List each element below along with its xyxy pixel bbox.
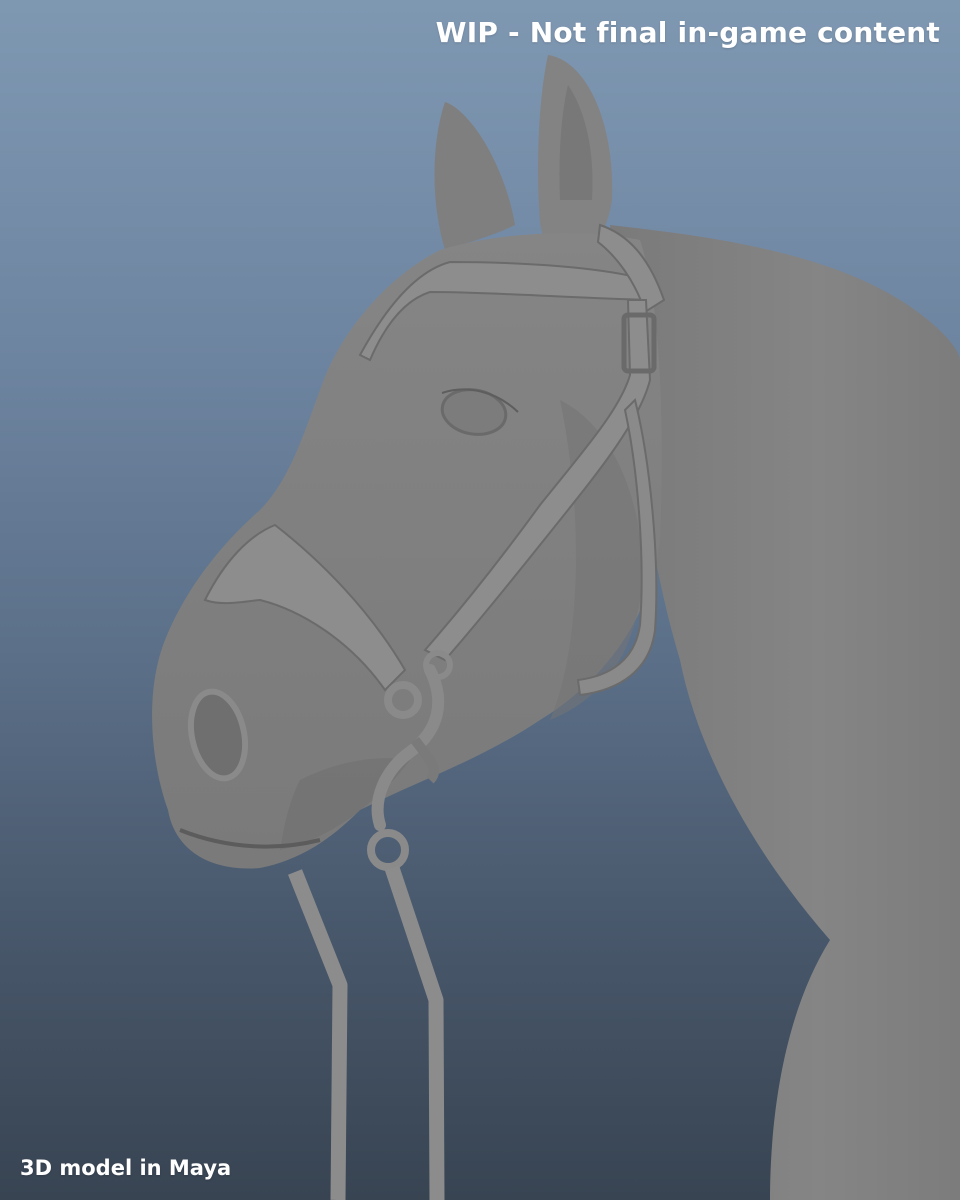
bridle-bit-ring — [367, 829, 409, 871]
rein-left — [288, 869, 348, 1200]
rein-right — [384, 865, 445, 1200]
horse-model-render — [152, 55, 960, 1200]
wip-notice: WIP - Not final in-game content — [435, 16, 940, 49]
horse-ear-left — [434, 102, 515, 250]
horse-neck — [610, 225, 960, 1200]
software-caption: 3D model in Maya — [20, 1156, 232, 1180]
viewport: WIP - Not final in-game content 3D model… — [0, 0, 960, 1200]
